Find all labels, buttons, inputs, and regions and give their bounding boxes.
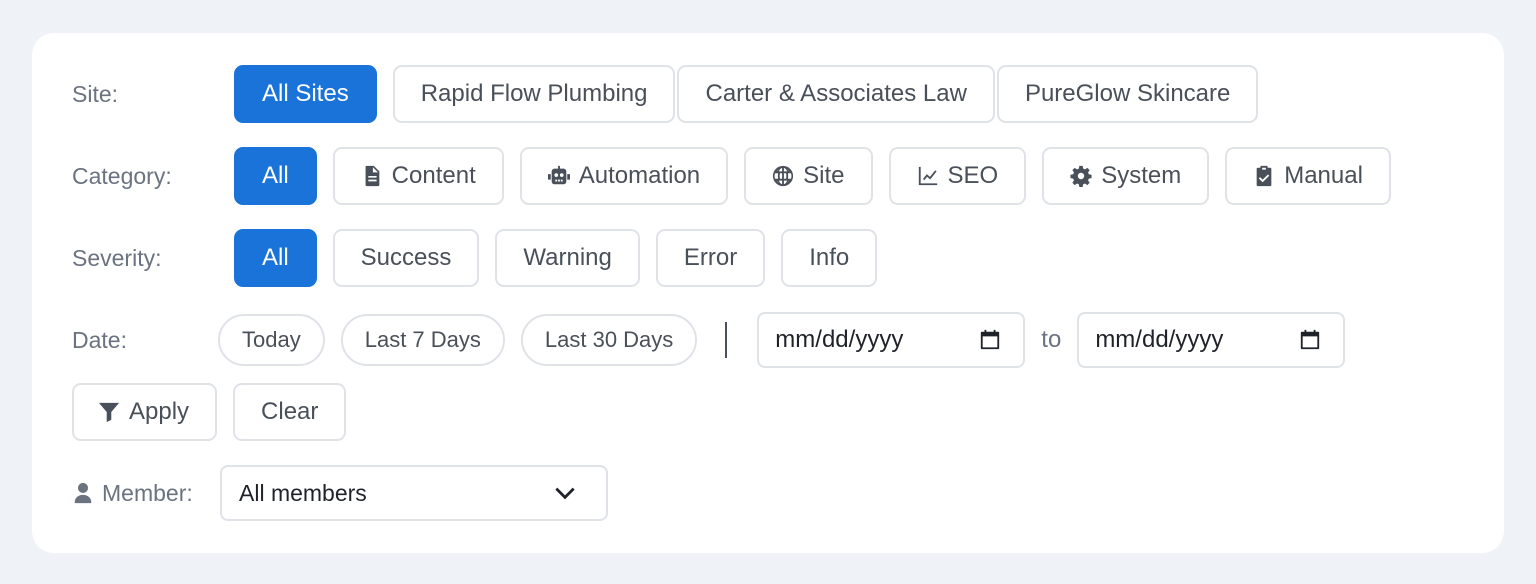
category-all-label: All — [262, 162, 289, 189]
category-label: Category: — [72, 162, 172, 189]
severity-error-button[interactable]: Error — [655, 229, 766, 287]
severity-all-button[interactable]: All — [234, 229, 317, 287]
globe-icon — [773, 165, 794, 187]
filter-icon — [98, 402, 120, 423]
site-label: Site: — [72, 80, 119, 107]
calendar-icon[interactable] — [979, 329, 1001, 351]
date-divider — [725, 322, 728, 358]
clear-button[interactable]: Clear — [233, 383, 347, 441]
category-manual-label: Manual — [1284, 162, 1363, 189]
member-select[interactable]: All members — [220, 465, 608, 521]
chart-line-icon — [918, 166, 937, 186]
category-content-label: Content — [391, 162, 476, 189]
date-to-input[interactable]: mm/dd/yyyy — [1077, 312, 1346, 368]
site-carter-associates-law-button[interactable]: Carter & Associates Law — [677, 65, 995, 123]
member-filter-row: Member: All members — [72, 465, 1464, 521]
category-site-button[interactable]: Site — [744, 147, 873, 205]
robot-icon — [547, 165, 570, 185]
category-automation-label: Automation — [578, 162, 701, 189]
site-buttons-group: Rapid Flow Plumbing Carter & Associates … — [392, 65, 1259, 123]
site-all-sites-button[interactable]: All Sites — [234, 65, 377, 123]
category-seo-label: SEO — [947, 162, 999, 189]
date-to-label: to — [1041, 326, 1062, 353]
file-icon — [365, 165, 380, 187]
date-label: Date: — [72, 326, 127, 353]
date-from-input[interactable]: mm/dd/yyyy — [757, 312, 1026, 368]
category-filter-row: Category: All Content Automation Site SE… — [72, 147, 1464, 205]
category-manual-button[interactable]: Manual — [1225, 147, 1391, 205]
category-content-button[interactable]: Content — [332, 147, 504, 205]
member-select-value: All members — [239, 479, 367, 506]
chevron-down-icon — [555, 487, 575, 500]
member-label-text: Member: — [102, 479, 193, 506]
severity-filter-row: Severity: All Success Warning Error Info — [72, 229, 1464, 287]
apply-label: Apply — [129, 398, 190, 425]
date-today-button[interactable]: Today — [218, 314, 325, 366]
filter-actions-row: Apply Clear — [72, 383, 1464, 441]
date-filter-row: Date: Today Last 7 Days Last 30 Days mm/… — [72, 312, 1464, 368]
date-presets-group: Today Last 7 Days Last 30 Days — [218, 314, 698, 366]
user-icon — [74, 482, 92, 504]
site-pureglow-skincare-button[interactable]: PureGlow Skincare — [996, 65, 1259, 123]
severity-info-button[interactable]: Info — [781, 229, 878, 287]
severity-label: Severity: — [72, 244, 162, 271]
severity-success-button[interactable]: Success — [332, 229, 480, 287]
category-seo-button[interactable]: SEO — [888, 147, 1027, 205]
date-last-7-days-button[interactable]: Last 7 Days — [340, 314, 505, 366]
category-automation-button[interactable]: Automation — [519, 147, 729, 205]
category-system-button[interactable]: System — [1042, 147, 1210, 205]
site-rapid-flow-plumbing-button[interactable]: Rapid Flow Plumbing — [392, 65, 676, 123]
category-site-label: Site — [803, 162, 845, 189]
filter-panel: Site: All Sites Rapid Flow Plumbing Cart… — [32, 33, 1504, 553]
category-all-button[interactable]: All — [234, 147, 317, 205]
date-to-placeholder: mm/dd/yyyy — [1095, 326, 1224, 353]
severity-warning-button[interactable]: Warning — [495, 229, 640, 287]
apply-button[interactable]: Apply — [72, 383, 218, 441]
category-system-label: System — [1101, 162, 1182, 189]
member-label: Member: — [72, 480, 220, 507]
date-last-30-days-button[interactable]: Last 30 Days — [520, 314, 698, 366]
calendar-icon[interactable] — [1299, 329, 1321, 351]
clipboard-check-icon — [1256, 165, 1272, 187]
site-filter-row: Site: All Sites Rapid Flow Plumbing Cart… — [72, 65, 1464, 123]
date-from-placeholder: mm/dd/yyyy — [775, 326, 904, 353]
gear-icon — [1070, 165, 1092, 187]
